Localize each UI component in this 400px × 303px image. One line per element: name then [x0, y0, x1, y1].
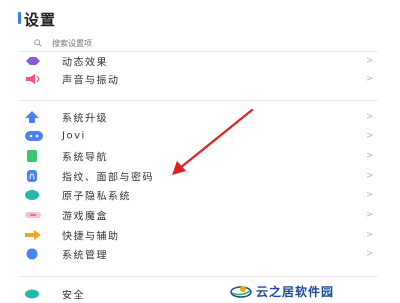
settings-item-label: 指纹、面部与密码	[62, 172, 154, 184]
settings-item-label: 系统导航	[62, 152, 108, 164]
settings-item-game-box[interactable]: 游戏魔盒 >	[0, 206, 400, 224]
settings-item-system-update[interactable]: 系统升级 >	[0, 108, 400, 126]
settings-item-atomic-privacy[interactable]: 原子隐私系统 >	[0, 186, 400, 204]
search-input[interactable]	[52, 38, 252, 48]
chevron-right-icon: >	[366, 171, 374, 181]
chevron-right-icon: >	[366, 151, 374, 161]
settings-item-jovi[interactable]: Jovi >	[0, 127, 400, 145]
settings-item-label: 声音与振动	[62, 75, 120, 87]
watermark-text: 云之居软件园	[256, 285, 335, 299]
settings-item-label: Jovi	[62, 130, 86, 142]
chevron-right-icon: >	[366, 131, 374, 141]
group-divider	[18, 100, 378, 101]
search-bar[interactable]	[18, 36, 378, 50]
settings-item-label: 原子隐私系统	[62, 191, 131, 203]
search-icon	[34, 39, 42, 47]
group-divider	[18, 276, 378, 277]
chevron-right-icon: >	[366, 56, 374, 66]
arrow-up-icon	[25, 111, 39, 123]
settings-item-sound-vibration[interactable]: 声音与振动 >	[0, 70, 400, 88]
settings-item-label: 安全	[62, 290, 85, 302]
chevron-right-icon: >	[366, 210, 374, 220]
settings-item-shortcuts-assist[interactable]: 快捷与辅助 >	[0, 226, 400, 244]
shortcut-icon	[25, 230, 41, 240]
settings-item-dynamic-effects[interactable]: 动态效果 >	[0, 52, 400, 70]
system-manage-icon	[26, 248, 38, 260]
speaker-icon	[26, 74, 40, 84]
settings-item-fingerprint-face-password[interactable]: 指纹、面部与密码 >	[0, 167, 400, 185]
fingerprint-icon	[27, 170, 37, 182]
settings-item-label: 快捷与辅助	[62, 231, 120, 243]
top-bar: 设置	[0, 0, 400, 30]
game-icon	[25, 212, 41, 218]
settings-item-system-navigation[interactable]: 系统导航 >	[0, 147, 400, 165]
title-accent	[18, 12, 21, 24]
security-icon	[25, 289, 39, 299]
chevron-right-icon: >	[366, 190, 374, 200]
chevron-right-icon: >	[366, 112, 374, 122]
chevron-right-icon: >	[366, 230, 374, 240]
settings-item-system-management[interactable]: 系统管理 >	[0, 245, 400, 263]
settings-item-label: 系统升级	[62, 113, 108, 125]
diamond-icon	[26, 57, 40, 65]
watermark: 云之居软件园	[220, 282, 400, 300]
privacy-icon	[25, 190, 39, 200]
watermark-logo-icon	[230, 286, 252, 298]
page-title: 设置	[24, 11, 57, 29]
navigation-icon	[27, 150, 37, 162]
settings-item-label: 游戏魔盒	[62, 211, 108, 223]
jovi-icon	[25, 131, 43, 141]
settings-item-label: 动态效果	[62, 57, 108, 69]
settings-item-label: 系统管理	[62, 250, 108, 262]
chevron-right-icon: >	[366, 249, 374, 259]
chevron-right-icon: >	[366, 74, 374, 84]
